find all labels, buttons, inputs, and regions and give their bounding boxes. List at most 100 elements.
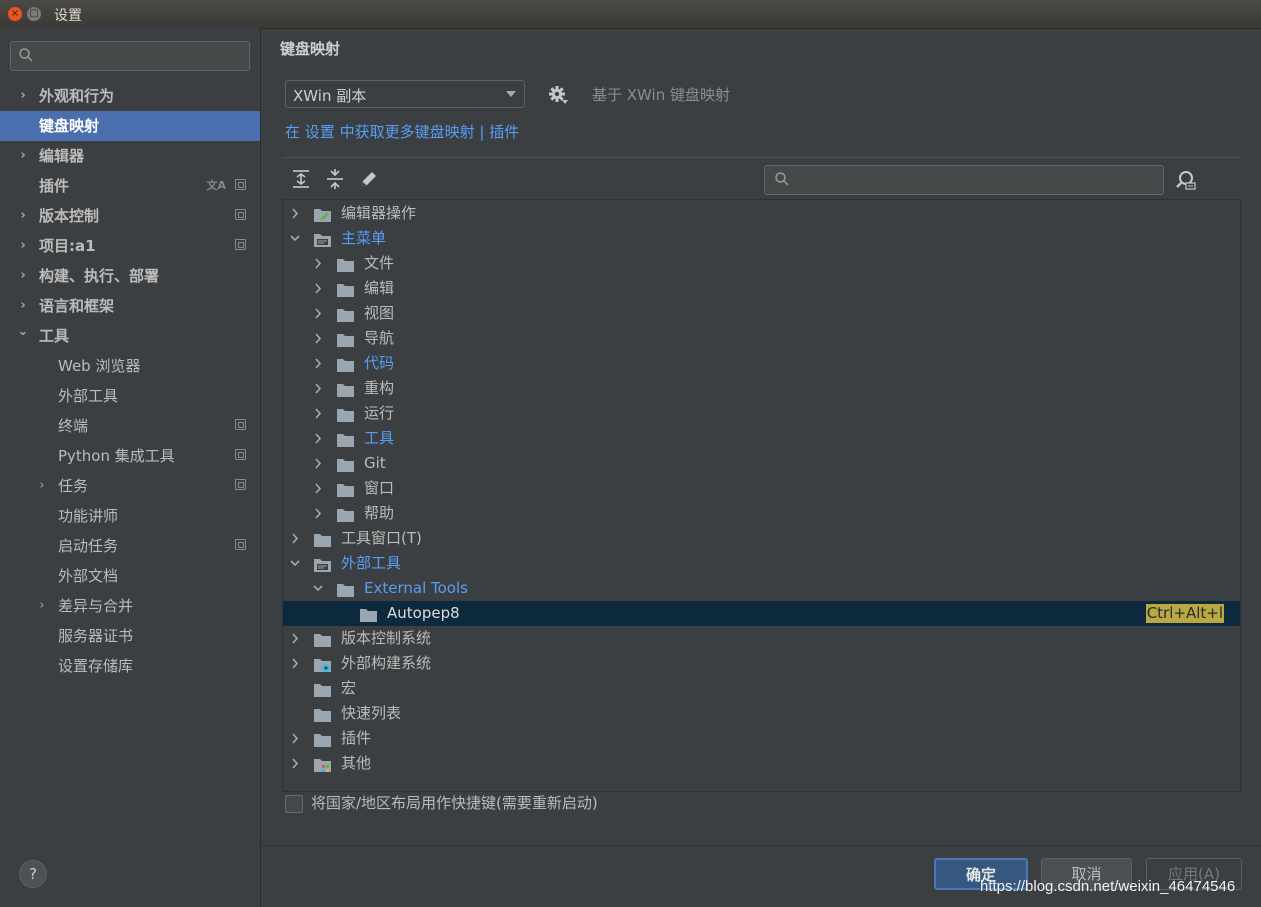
settings-search-input[interactable] <box>10 41 250 71</box>
chevron-right-icon[interactable]: › <box>16 231 30 261</box>
folder-icon <box>314 731 331 747</box>
pencil-icon[interactable] <box>358 168 380 190</box>
settings-link[interactable]: 设置 <box>305 123 335 141</box>
tree-row[interactable]: 其他 <box>283 751 1240 776</box>
help-button[interactable]: ? <box>19 860 47 888</box>
get-more-prefix: 在 <box>285 123 301 141</box>
tree-row[interactable]: 窗口 <box>283 476 1240 501</box>
sidebar-item[interactable]: › 版本控制 <box>0 201 260 231</box>
sidebar-item[interactable]: ⌄ 工具 <box>0 321 260 351</box>
sidebar-item[interactable]: › 构建、执行、部署 <box>0 261 260 291</box>
tree-row-label: 窗口 <box>364 479 395 497</box>
tree-row[interactable]: 文件 <box>283 251 1240 276</box>
folder-icon <box>314 681 331 697</box>
sidebar-item[interactable]: 外部工具 <box>0 381 260 411</box>
keymap-filter-input[interactable] <box>764 165 1164 195</box>
tree-row[interactable]: 快速列表 <box>283 701 1240 726</box>
tree-row[interactable]: 版本控制系统 <box>283 626 1240 651</box>
folder-icon <box>314 631 331 647</box>
sidebar-item[interactable]: › 编辑器 <box>0 141 260 171</box>
close-window-button[interactable]: × <box>8 7 22 21</box>
tree-row[interactable]: 编辑 <box>283 276 1240 301</box>
sidebar-item[interactable]: 设置存储库 <box>0 651 260 681</box>
tree-row-label: 工具 <box>364 429 395 447</box>
sidebar-item[interactable]: 外部文档 <box>0 561 260 591</box>
tree-row-label: Git <box>364 454 386 472</box>
sidebar-item[interactable]: 终端 <box>0 411 260 441</box>
folder-icon <box>337 481 354 497</box>
sidebar-item[interactable]: 功能讲师 <box>0 501 260 531</box>
sidebar-item[interactable]: 插件 文A <box>0 171 260 201</box>
sidebar-item[interactable]: Python 集成工具 <box>0 441 260 471</box>
tree-row-label: 编辑 <box>364 279 395 297</box>
project-scope-icon <box>235 179 246 190</box>
window-title: 设置 <box>54 8 82 24</box>
folder-icon <box>337 306 354 322</box>
tree-row[interactable]: 宏 <box>283 676 1240 701</box>
tree-row[interactable]: 外部构建系统 <box>283 651 1240 676</box>
sidebar-item[interactable]: 启动任务 <box>0 531 260 561</box>
expand-all-icon[interactable] <box>290 168 312 190</box>
tree-row[interactable]: External Tools <box>283 576 1240 601</box>
chevron-right-icon[interactable]: › <box>16 141 30 171</box>
build-system-icon <box>314 656 331 672</box>
tree-row-label: External Tools <box>364 579 468 597</box>
tree-row[interactable]: 重构 <box>283 376 1240 401</box>
divider <box>282 157 1241 158</box>
sidebar-item-label: 插件 <box>39 177 70 195</box>
sidebar-item-label: 编辑器 <box>39 147 85 165</box>
keymap-select[interactable]: XWin 副本 <box>285 80 525 108</box>
national-layout-checkbox[interactable] <box>285 795 303 813</box>
folder-icon <box>337 331 354 347</box>
sidebar-item[interactable]: › 语言和框架 <box>0 291 260 321</box>
chevron-right-icon[interactable]: › <box>16 201 30 231</box>
tree-row[interactable]: 工具 <box>283 426 1240 451</box>
tree-row[interactable]: 插件 <box>283 726 1240 751</box>
gear-icon[interactable] <box>547 84 569 106</box>
find-by-shortcut-icon[interactable] <box>1175 169 1197 191</box>
tree-row[interactable]: 视图 <box>283 301 1240 326</box>
sidebar-item[interactable]: › 任务 <box>0 471 260 501</box>
tree-row[interactable]: 运行 <box>283 401 1240 426</box>
sidebar-item-label: Web 浏览器 <box>58 357 141 375</box>
settings-sidebar: › 外观和行为 键盘映射 › 编辑器 插件 文A › 版本控制 › 项目:a1 › 构建、执行、部署 › 语… <box>0 28 261 907</box>
tree-row[interactable]: 外部工具 <box>283 551 1240 576</box>
keymap-description: 基于 XWin 键盘映射 <box>592 86 730 104</box>
sidebar-item[interactable]: › 差异与合并 <box>0 591 260 621</box>
sidebar-item-label: 外部文档 <box>58 567 119 585</box>
sidebar-item[interactable]: 服务器证书 <box>0 621 260 651</box>
sidebar-item-label: 工具 <box>39 327 70 345</box>
tree-row[interactable]: 编辑器操作 <box>283 201 1240 226</box>
plugins-link[interactable]: 插件 <box>489 123 519 141</box>
divider <box>261 845 1261 846</box>
tree-row[interactable]: Autopep8 Ctrl+Alt+l <box>283 601 1240 626</box>
chevron-right-icon[interactable]: › <box>16 261 30 291</box>
chevron-right-icon[interactable]: › <box>35 591 49 621</box>
chevron-right-icon[interactable] <box>289 751 301 785</box>
project-scope-icon <box>235 419 246 430</box>
folder-icon <box>314 706 331 722</box>
sidebar-item[interactable]: › 项目:a1 <box>0 231 260 261</box>
tree-row[interactable]: 工具窗口(T) <box>283 526 1240 551</box>
tree-row[interactable]: Git <box>283 451 1240 476</box>
sidebar-item[interactable]: 键盘映射 <box>0 111 260 141</box>
sidebar-item-label: 外观和行为 <box>39 87 115 105</box>
sidebar-item-label: 语言和框架 <box>39 297 115 315</box>
tree-row[interactable]: 主菜单 <box>283 226 1240 251</box>
chevron-right-icon[interactable]: › <box>16 81 30 111</box>
folder-icon <box>337 406 354 422</box>
chevron-right-icon[interactable]: › <box>35 471 49 501</box>
tree-row[interactable]: 导航 <box>283 326 1240 351</box>
folder-icon <box>337 581 354 597</box>
tree-row[interactable]: 帮助 <box>283 501 1240 526</box>
sidebar-item[interactable]: Web 浏览器 <box>0 351 260 381</box>
chevron-down-icon[interactable]: ⌄ <box>16 317 30 347</box>
collapse-all-icon[interactable] <box>324 168 346 190</box>
sidebar-item[interactable]: › 外观和行为 <box>0 81 260 111</box>
sidebar-item-label: 版本控制 <box>39 207 100 225</box>
editor-actions-icon <box>314 206 331 222</box>
maximize-window-button[interactable]: □ <box>27 7 41 21</box>
tree-row[interactable]: 代码 <box>283 351 1240 376</box>
tree-row-label: 帮助 <box>364 504 395 522</box>
folder-icon <box>337 506 354 522</box>
